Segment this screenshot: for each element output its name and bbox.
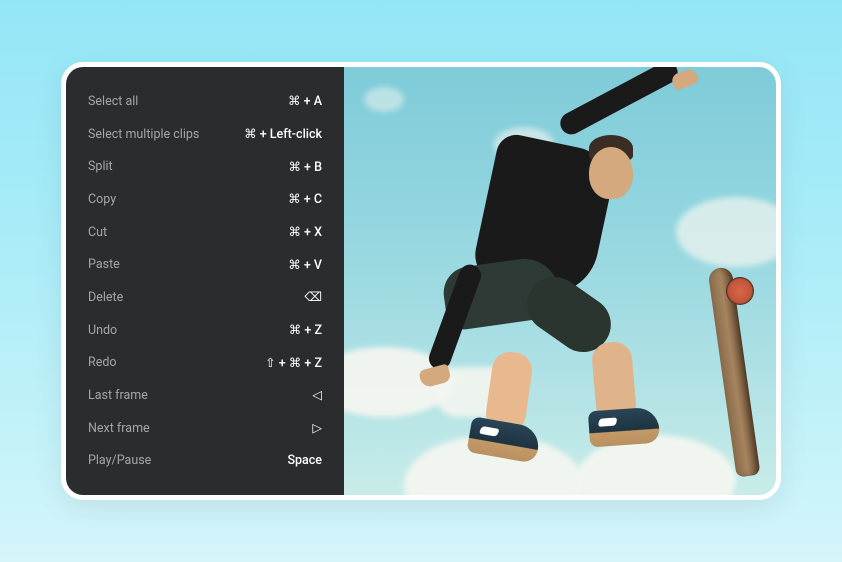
shortcut-label: Redo (88, 355, 117, 370)
shortcut-copy[interactable]: Copy ⌘ + C (88, 183, 322, 216)
shortcut-split[interactable]: Split ⌘ + B (88, 150, 322, 183)
skater-head (589, 147, 633, 199)
shortcut-label: Undo (88, 323, 117, 338)
shortcut-keys: Space (287, 453, 322, 468)
shortcut-label: Cut (88, 225, 107, 240)
shortcut-keys: ⌘ + X (288, 224, 322, 240)
shortcut-label: Delete (88, 290, 123, 305)
shortcut-label: Select multiple clips (88, 127, 199, 142)
shortcut-redo[interactable]: Redo ⇧ + ⌘ + Z (88, 346, 322, 379)
editor-window: Select all ⌘ + A Select multiple clips ⌘… (61, 62, 781, 500)
shortcut-label: Paste (88, 257, 120, 272)
skater-hand (418, 363, 452, 388)
shortcut-label: Split (88, 159, 113, 174)
shortcut-last-frame[interactable]: Last frame ◁ (88, 379, 322, 412)
shortcut-delete[interactable]: Delete ⌫ (88, 281, 322, 314)
shortcut-select-all[interactable]: Select all ⌘ + A (88, 85, 322, 118)
shortcut-keys: ⌫ (304, 289, 322, 305)
shortcuts-panel: Select all ⌘ + A Select multiple clips ⌘… (66, 67, 344, 495)
shortcut-next-frame[interactable]: Next frame ▷ (88, 412, 322, 445)
shortcut-select-multiple[interactable]: Select multiple clips ⌘ + Left-click (88, 118, 322, 151)
shortcut-play-pause[interactable]: Play/Pause Space (88, 444, 322, 477)
shortcut-keys: ⌘ + Left-click (244, 126, 322, 142)
video-preview[interactable] (344, 67, 776, 495)
skater-shoe (466, 416, 541, 464)
shortcut-label: Select all (88, 94, 138, 109)
skateboard-wheel (726, 277, 754, 305)
shortcut-keys: ◁ (312, 387, 322, 403)
shortcut-keys: ⌘ + B (288, 159, 322, 175)
shortcut-label: Next frame (88, 421, 150, 436)
shortcut-paste[interactable]: Paste ⌘ + V (88, 248, 322, 281)
shortcut-keys: ⌘ + V (288, 257, 322, 273)
shortcut-keys: ▷ (312, 420, 322, 436)
shortcut-keys: ⌘ + Z (289, 322, 322, 338)
skater-shoe (588, 407, 660, 448)
shortcut-label: Copy (88, 192, 116, 207)
shortcut-keys: ⌘ + C (288, 191, 322, 207)
shortcut-undo[interactable]: Undo ⌘ + Z (88, 314, 322, 347)
shortcut-keys: ⌘ + A (288, 93, 322, 109)
shortcut-label: Play/Pause (88, 453, 151, 468)
shortcut-cut[interactable]: Cut ⌘ + X (88, 216, 322, 249)
shortcut-label: Last frame (88, 388, 148, 403)
skater-illustration (394, 87, 694, 467)
shortcut-keys: ⇧ + ⌘ + Z (265, 355, 322, 371)
